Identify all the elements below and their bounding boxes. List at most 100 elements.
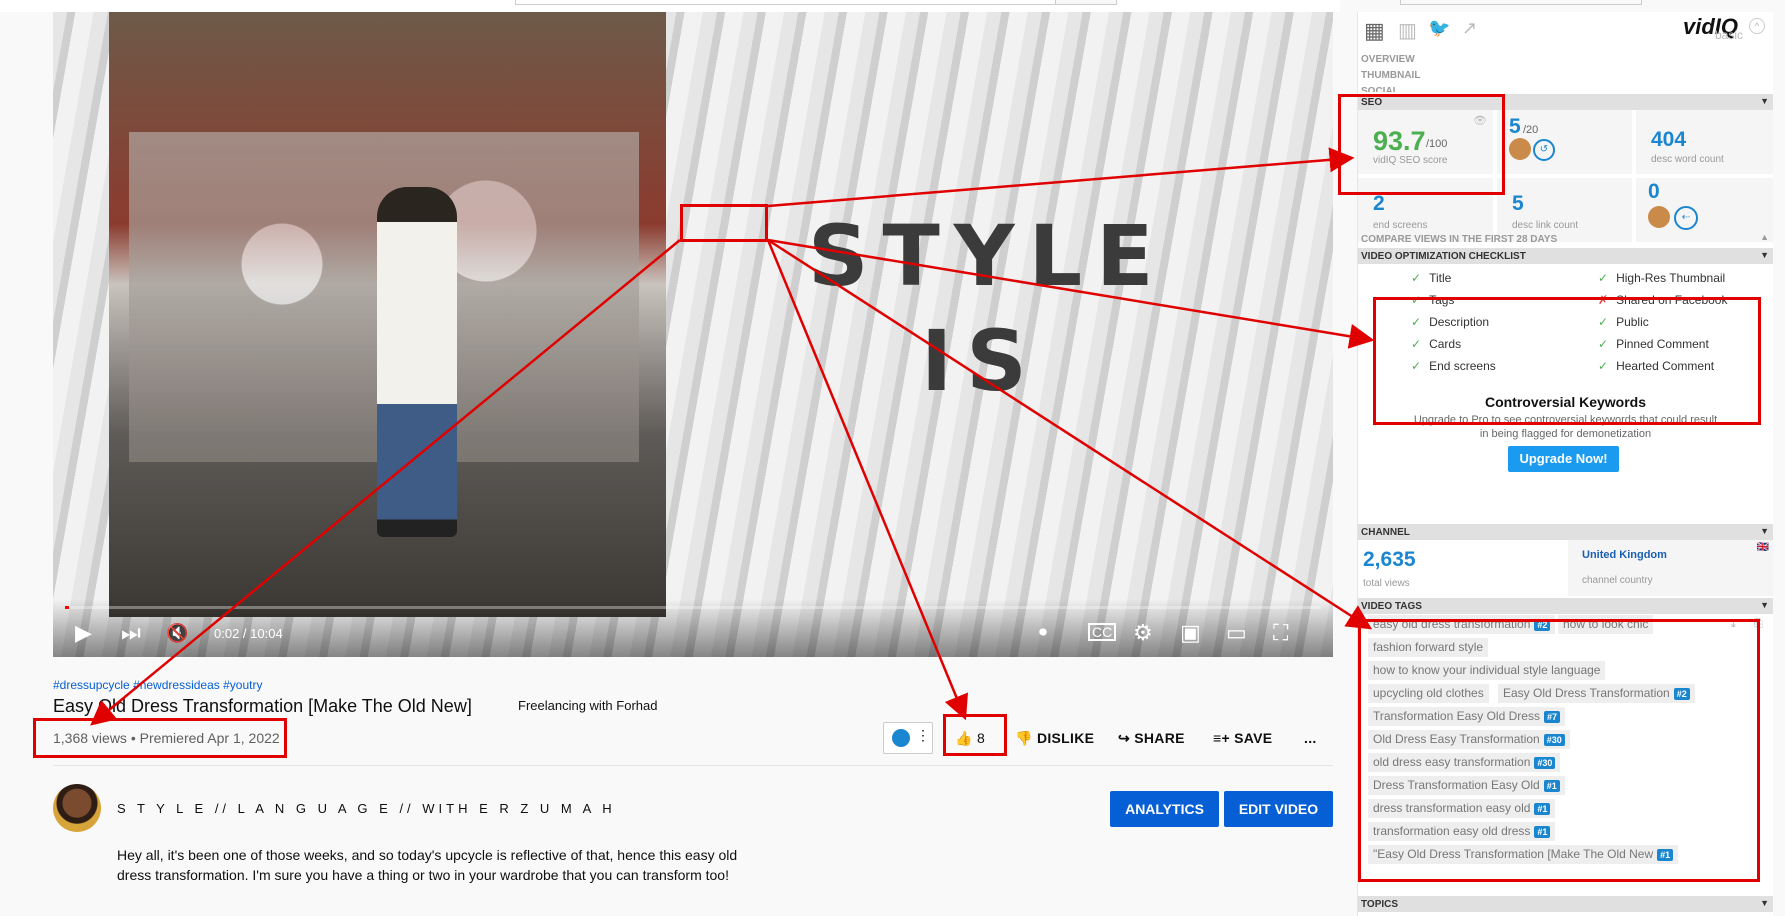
total-views: 2,635 — [1363, 548, 1416, 571]
account-area[interactable] — [1400, 0, 1642, 5]
user-icon: ⇠ — [1674, 206, 1698, 230]
share-label: SHARE — [1134, 730, 1185, 746]
total-views-card: 2,635 total views — [1358, 540, 1568, 596]
video-overlay-text-1: STYLE — [808, 207, 1168, 305]
grid-icon[interactable]: ▦ — [1364, 18, 1385, 44]
caret-down-icon: ▼ — [1760, 96, 1769, 106]
country-card: United Kingdom channel country 🇬🇧 — [1568, 540, 1773, 596]
search-button[interactable] — [1055, 0, 1117, 5]
check-icon: ✓ — [1598, 271, 1609, 285]
caret-down-icon: ▼ — [1760, 600, 1769, 610]
menu-social[interactable]: SOCIAL — [1361, 86, 1399, 92]
edit-video-button[interactable]: EDIT VIDEO — [1224, 791, 1333, 827]
caret-up-icon: ▲ — [1760, 232, 1769, 242]
fullscreen-icon[interactable]: ⛶ — [1273, 621, 1288, 645]
channel-header-label: CHANNEL — [1361, 527, 1410, 538]
link-icon: ↺ — [1533, 139, 1555, 161]
twitter-icon[interactable]: 🐦 — [1428, 18, 1450, 39]
share-icon: ↪ — [1118, 730, 1131, 746]
thumbs-down-icon: 👎 — [1015, 730, 1033, 746]
dislike-button[interactable]: 👎 DISLIKE — [1015, 730, 1094, 747]
annotation-box-views — [33, 718, 287, 758]
time-display: 0:02 / 10:04 — [214, 626, 283, 641]
upgrade-button[interactable]: Upgrade Now! — [1508, 446, 1619, 472]
autoplay-toggle[interactable]: ⏺ — [1039, 621, 1047, 645]
desc-word-label: desc word count — [1651, 154, 1724, 165]
chart-icon[interactable]: ▥ — [1398, 18, 1417, 43]
annotation-box-video — [680, 204, 768, 242]
desc-link-count: 5 — [1512, 192, 1524, 215]
topics-header-label: TOPICS — [1361, 899, 1399, 910]
analytics-button[interactable]: ANALYTICS — [1110, 791, 1219, 827]
miniplayer-icon[interactable]: ▣ — [1180, 621, 1201, 645]
save-label: SAVE — [1234, 730, 1273, 746]
check-label: Title — [1429, 271, 1452, 285]
save-button[interactable]: ≡+ SAVE — [1213, 730, 1272, 746]
video-description: Hey all, it's been one of those weeks, a… — [117, 847, 738, 883]
video-title: Easy Old Dress Transformation [Make The … — [53, 696, 472, 716]
desc-word-card: 404 desc word count — [1636, 110, 1773, 174]
settings-gear-icon[interactable]: ⚙ — [1133, 621, 1153, 645]
caret-down-icon: ▼ — [1760, 526, 1769, 536]
avatar-icon — [1648, 206, 1670, 228]
compare-views-header[interactable]: COMPARE VIEWS IN THE FIRST 28 DAYS — [1361, 234, 1557, 245]
topics-header[interactable]: TOPICS ▼ — [1358, 896, 1773, 912]
menu-overview[interactable]: OVERVIEW — [1361, 54, 1415, 65]
channel-header[interactable]: CHANNEL ▼ — [1358, 524, 1773, 540]
theater-mode-icon[interactable]: ▭ — [1226, 621, 1247, 645]
person-figure — [377, 187, 457, 537]
annotation-box-likes — [943, 714, 1007, 756]
trending-icon[interactable]: ↗ — [1462, 18, 1477, 39]
mute-icon[interactable]: 🔇 — [166, 621, 188, 645]
playlist-add-icon: ≡+ — [1213, 730, 1230, 746]
video-player[interactable]: STYLE IS ▶ ⏭ 🔇 0:02 / 10:04 ⏺ CC ⚙ ▣ ▭ ⛶ — [53, 12, 1333, 657]
video-tags-header-label: VIDEO TAGS — [1361, 601, 1422, 612]
desc-word-count: 404 — [1651, 128, 1687, 151]
desc-link-label: desc link count — [1512, 220, 1579, 231]
more-actions-button[interactable]: ... — [1304, 730, 1317, 746]
tags-count: 5 — [1509, 115, 1521, 138]
tags-count-card: 5 /20 ↺ — [1497, 110, 1632, 174]
video-tags-header[interactable]: VIDEO TAGS ▼ — [1358, 598, 1773, 614]
captions-icon[interactable]: CC — [1088, 623, 1117, 641]
caret-down-icon: ▼ — [1760, 250, 1769, 260]
player-controls: ▶ ⏭ 🔇 0:02 / 10:04 ⏺ CC ⚙ ▣ ▭ ⛶ — [53, 599, 1333, 657]
end-screens-label: end screens — [1373, 220, 1428, 231]
country-name: United Kingdom — [1582, 549, 1667, 561]
divider — [53, 765, 1333, 766]
next-icon[interactable]: ⏭ — [121, 621, 141, 645]
total-views-label: total views — [1363, 578, 1410, 589]
play-icon[interactable]: ▶ — [75, 621, 92, 645]
channel-avatar[interactable] — [53, 784, 101, 832]
share-button[interactable]: ↪ SHARE — [1118, 730, 1185, 747]
end-screens-count: 2 — [1373, 192, 1385, 215]
avatar-icon — [1509, 138, 1531, 160]
menu-thumbnail[interactable]: THUMBNAIL — [1361, 70, 1420, 81]
check-icon: ✓ — [1411, 271, 1422, 285]
collapse-icon[interactable]: ^ — [1749, 18, 1765, 34]
channel-name[interactable]: S T Y L E // L A N G U A G E // WITH E R… — [117, 801, 616, 816]
top-bar — [0, 0, 1642, 12]
uk-flag-icon: 🇬🇧 — [1756, 542, 1769, 553]
progress-bar[interactable] — [65, 606, 1321, 609]
watermark-text: Freelancing with Forhad — [518, 698, 658, 713]
kebab-icon[interactable]: ⋮ — [916, 727, 930, 744]
cards-count: 0 — [1648, 180, 1660, 203]
caret-down-icon: ▼ — [1760, 898, 1769, 908]
country-label: channel country — [1582, 575, 1653, 586]
annotation-box-seo — [1338, 94, 1505, 195]
hashtags[interactable]: #dressupcycle #newdressideas #youtry — [53, 678, 262, 692]
cards-card: 0 ⇠ — [1636, 178, 1773, 242]
desc-link-card: 5 desc link count — [1497, 178, 1632, 242]
annotation-box-checklist — [1373, 297, 1761, 425]
check-item: ✓ High-Res Thumbnail — [1598, 271, 1725, 285]
vidiq-button[interactable]: ⋮ — [883, 722, 933, 754]
annotation-box-tags — [1358, 619, 1760, 882]
check-label: High-Res Thumbnail — [1616, 271, 1726, 285]
progress-fill — [65, 606, 69, 609]
checklist-header[interactable]: VIDEO OPTIMIZATION CHECKLIST ▼ — [1358, 248, 1773, 264]
video-scene — [109, 12, 666, 617]
video-overlay-text-2: IS — [921, 312, 1041, 410]
search-input[interactable] — [515, 0, 1057, 5]
dislike-label: DISLIKE — [1036, 730, 1095, 746]
